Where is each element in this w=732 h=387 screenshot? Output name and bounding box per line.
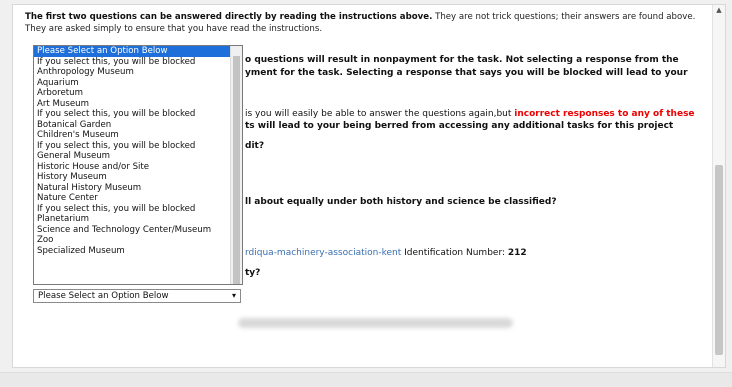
chevron-down-icon[interactable]: ▾ (232, 290, 236, 302)
dropdown-option[interactable]: If you select this, you will be blocked (34, 141, 242, 152)
question-credit: dit? (245, 141, 265, 151)
dropdown-option[interactable]: Natural History Museum (34, 183, 242, 194)
id-label: Identification Number: (404, 248, 506, 258)
warning-line-2: yment for the task. Selecting a response… (245, 68, 688, 78)
dropdown-option[interactable]: History Museum (34, 172, 242, 183)
record-line: rdiqua-machinery-association-kent Identi… (245, 248, 527, 258)
task-content: The first two questions can be answered … (25, 11, 705, 35)
warning-line-1: o questions will result in nonpayment fo… (245, 55, 679, 65)
question-city: ty? (245, 268, 261, 278)
warning-line-3-red: incorrect responses to any of these (514, 109, 695, 119)
warning-line-3-plain: is you will easily be able to answer the… (245, 109, 515, 119)
dropdown-option[interactable]: Please Select an Option Below (34, 46, 242, 57)
dropdown-option[interactable]: If you select this, you will be blocked (34, 109, 242, 120)
dropdown-option[interactable]: Botanical Garden (34, 120, 242, 131)
museum-type-select[interactable]: Please Select an Option Below ▾ (33, 289, 241, 303)
id-value: 212 (507, 248, 527, 258)
dropdown-option[interactable]: General Museum (34, 151, 242, 162)
dropdown-option[interactable]: Aquarium (34, 78, 242, 89)
dropdown-scrollbar-thumb[interactable] (233, 56, 240, 284)
intro-bold: The first two questions can be answered … (25, 12, 433, 22)
dropdown-option[interactable]: Arboretum (34, 88, 242, 99)
dropdown-option[interactable]: Nature Center (34, 193, 242, 204)
scrollbar-thumb[interactable] (715, 165, 723, 355)
dropdown-option[interactable]: Planetarium (34, 214, 242, 225)
blurred-text (238, 318, 513, 328)
question-history-science: ll about equally under both history and … (245, 197, 557, 207)
dropdown-option[interactable]: Specialized Museum (34, 246, 242, 257)
select-value: Please Select an Option Below (38, 291, 169, 301)
record-link[interactable]: rdiqua-machinery-association-kent (245, 248, 401, 258)
bottom-bar (0, 372, 732, 387)
dropdown-option[interactable]: Science and Technology Center/Museum (34, 225, 242, 236)
dropdown-option[interactable]: Zoo (34, 235, 242, 246)
dropdown-option[interactable]: Historic House and/or Site (34, 162, 242, 173)
page-scrollbar[interactable]: ▲ (712, 5, 725, 367)
dropdown-option[interactable]: If you select this, you will be blocked (34, 57, 242, 68)
scroll-up-arrow-icon[interactable]: ▲ (713, 6, 725, 14)
dropdown-option[interactable]: Children's Museum (34, 130, 242, 141)
dropdown-option[interactable]: Anthropology Museum (34, 67, 242, 78)
dropdown-scrollbar[interactable] (230, 46, 242, 284)
warning-line-3: is you will easily be able to answer the… (245, 109, 695, 119)
museum-type-dropdown-list[interactable]: Please Select an Option Below If you sel… (33, 45, 243, 285)
dropdown-option[interactable]: If you select this, you will be blocked (34, 204, 242, 215)
intro-text: The first two questions can be answered … (25, 11, 705, 35)
warning-line-4: ts will lead to your being berred from a… (245, 121, 674, 131)
dropdown-option[interactable]: Art Museum (34, 99, 242, 110)
